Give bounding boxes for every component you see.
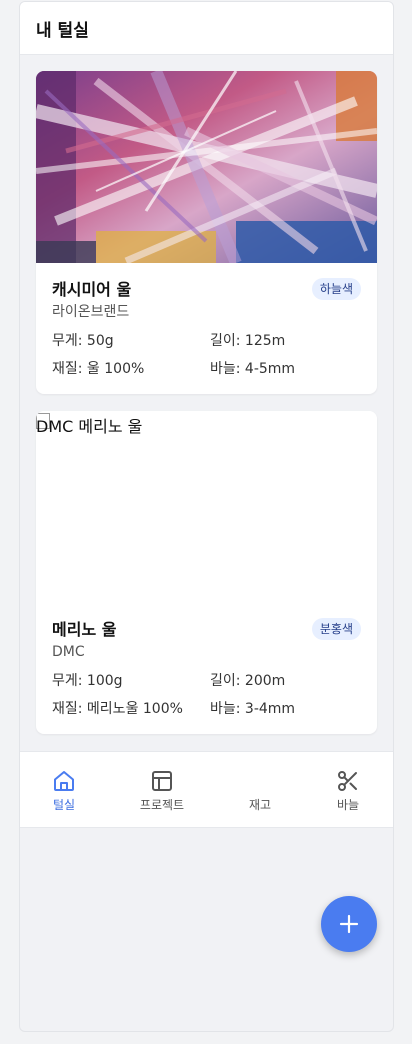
nav-label: 재고 [248, 798, 272, 812]
yarn-brand: DMC [52, 644, 85, 660]
yarn-image [36, 71, 377, 263]
abstract-painting-image [36, 71, 377, 263]
layout-icon [152, 771, 172, 791]
yarn-image: DMC 메리노 울 [36, 411, 377, 603]
nav-item-yarn[interactable]: 털실 [29, 752, 99, 828]
yarn-specs: 무게: 50g 길이: 125m 재질: 울 100% 바늘: 4-5mm [52, 332, 361, 378]
yarn-length: 길이: 125m [210, 333, 286, 349]
yarn-card-body: 메리노 울 DMC 분홍색 무게: 100g 길이: 200m 재질: 메리노울… [36, 603, 377, 718]
yarn-material: 재질: 메리노울 100% [52, 701, 183, 717]
color-badge: 하늘색 [311, 278, 361, 300]
yarn-needle: 바늘: 3-4mm [210, 701, 296, 717]
plus-icon [339, 914, 359, 934]
yarn-card[interactable]: 캐시미어 울 라이온브랜드 하늘색 무게: 50g 길이: 125m 재질: 울… [36, 71, 377, 394]
nav-label: 바늘 [336, 798, 360, 812]
yarn-length: 길이: 200m [210, 673, 286, 689]
nav-label: 프로젝트 [139, 798, 185, 812]
scissors-icon [338, 771, 357, 791]
yarn-specs: 무게: 100g 길이: 200m 재질: 메리노울 100% 바늘: 3-4m… [52, 672, 361, 718]
yarn-needle: 바늘: 4-5mm [210, 361, 296, 377]
add-yarn-button[interactable] [321, 896, 377, 952]
home-icon [54, 771, 74, 791]
image-alt-text: DMC 메리노 울 [36, 417, 143, 436]
nav-item-projects[interactable]: 프로젝트 [127, 752, 197, 828]
bottom-nav: 털실 프로젝트 재고 바늘 [20, 751, 393, 828]
yarn-weight: 무게: 50g [52, 333, 114, 349]
yarn-brand: 라이온브랜드 [52, 304, 130, 320]
page-header: 내 털실 [20, 2, 393, 55]
nav-label: 털실 [52, 798, 76, 812]
page-title: 내 털실 [36, 20, 89, 41]
app-container: 내 털실 캐시미어 울 라이온브랜드 하늘색 무게: 50g 길이: 125m … [19, 1, 394, 1032]
color-badge: 분홍색 [311, 618, 361, 640]
yarn-card[interactable]: DMC 메리노 울 메리노 울 DMC 분홍색 무게: 100g 길이: 200… [36, 411, 377, 734]
nav-item-needles[interactable]: 바늘 [313, 752, 383, 828]
yarn-weight: 무게: 100g [52, 673, 123, 689]
nav-item-stock[interactable]: 재고 [225, 752, 295, 828]
yarn-card-body: 캐시미어 울 라이온브랜드 하늘색 무게: 50g 길이: 125m 재질: 울… [36, 263, 377, 378]
yarn-material: 재질: 울 100% [52, 361, 145, 377]
